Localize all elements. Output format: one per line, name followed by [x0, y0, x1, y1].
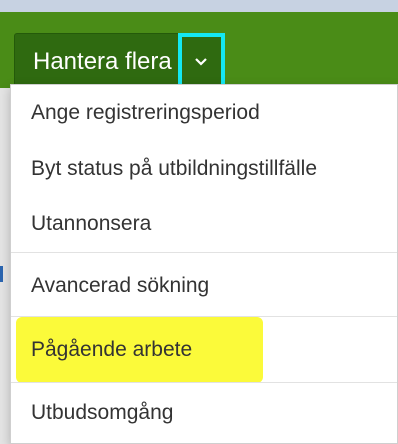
manage-multiple-button-group: Hantera flera — [14, 33, 225, 91]
top-strip — [0, 0, 398, 12]
toolbar: Hantera flera — [0, 12, 398, 91]
menu-divider — [11, 252, 397, 253]
menu-item-advanced-search[interactable]: Avancerad sökning — [11, 258, 397, 314]
background-fragment — [0, 266, 3, 282]
menu-divider — [11, 382, 397, 383]
menu-item-set-registration-period[interactable]: Ange registreringsperiod — [11, 85, 397, 141]
chevron-down-icon — [195, 58, 208, 66]
manage-multiple-button[interactable]: Hantera flera — [15, 34, 178, 90]
manage-multiple-dropdown-menu: Ange registreringsperiod Byt status på u… — [10, 84, 398, 444]
manage-multiple-dropdown-toggle[interactable] — [177, 33, 225, 91]
menu-item-change-status[interactable]: Byt status på utbildningstillfälle — [11, 141, 397, 197]
menu-item-work-in-progress[interactable]: Pågående arbete — [11, 322, 397, 378]
menu-item-offering-round[interactable]: Utbudsomgång — [11, 385, 397, 441]
menu-item-unpublish[interactable]: Utannonsera — [11, 196, 397, 252]
